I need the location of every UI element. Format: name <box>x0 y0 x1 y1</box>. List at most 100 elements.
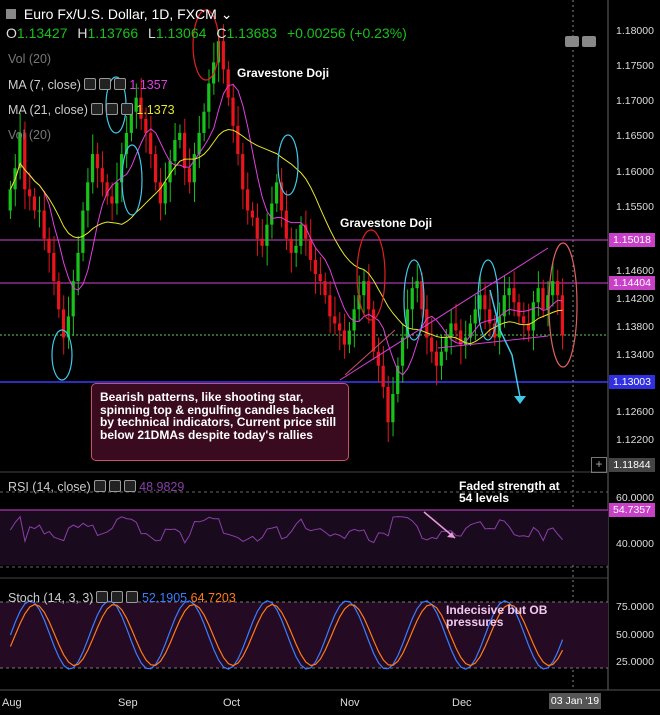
candle-body <box>236 125 240 155</box>
candle-body <box>522 316 526 324</box>
candle-body <box>42 210 46 239</box>
candle-body <box>37 210 41 212</box>
candle-body <box>444 337 448 352</box>
settings-icon[interactable] <box>98 78 111 90</box>
price-tick: 1.18000 <box>616 24 654 37</box>
candle-body <box>415 281 419 289</box>
stoch-note: Indecisive but OB pressures <box>446 603 548 629</box>
indicator-tick: 25.0000 <box>616 656 654 668</box>
candle-body <box>333 316 337 324</box>
candle-body <box>265 224 269 246</box>
scale-up-icon[interactable] <box>582 36 596 47</box>
eye-icon[interactable] <box>90 103 103 115</box>
price-tick: 1.16500 <box>616 130 654 143</box>
tag-bottom: 1.11844 <box>609 458 655 472</box>
close-icon[interactable] <box>126 591 139 603</box>
change-value: +0.00256 (+0.23%) <box>286 25 407 41</box>
close-label: C <box>216 25 227 41</box>
indicator-tick: 60.0000 <box>616 492 654 504</box>
x-tick-dec: Dec <box>452 697 472 709</box>
price-tick: 1.17500 <box>616 59 654 72</box>
settings-icon[interactable] <box>108 480 121 492</box>
candle-body <box>245 189 250 211</box>
candle-body <box>149 132 153 155</box>
candle-body <box>367 281 371 310</box>
legend-rsi[interactable]: RSI (14, close) 48.9829 <box>8 480 184 494</box>
eye-icon[interactable] <box>96 591 109 603</box>
candle-body <box>323 281 327 296</box>
legend-vol-second[interactable]: Vol (20) <box>8 128 51 142</box>
candle-body <box>100 168 104 183</box>
indicator-tick: 75.0000 <box>616 601 654 613</box>
rsi-note: Faded strength at 54 levels <box>459 479 560 505</box>
x-tick-nov: Nov <box>340 697 360 709</box>
candle-body <box>488 309 492 324</box>
ohlc-row: O1.13427 H1.13766 L1.13064 C1.13683 +0.0… <box>6 25 407 41</box>
add-icon[interactable]: + <box>591 457 607 473</box>
scale-down-icon[interactable] <box>565 36 579 47</box>
close-icon[interactable] <box>113 78 126 90</box>
price-tick: 1.13400 <box>616 349 654 362</box>
vol2-label: Vol (20) <box>8 128 52 142</box>
candle-body <box>362 281 366 296</box>
stoch-d-value: 64.7203 <box>190 591 236 605</box>
low-value: 1.13064 <box>155 25 207 41</box>
candle-body <box>274 182 279 204</box>
close-icon[interactable] <box>120 103 133 115</box>
price-tick: 1.14600 <box>616 264 654 277</box>
candle-body <box>47 238 51 253</box>
settings-icon[interactable] <box>105 103 118 115</box>
tag-support: 1.13003 <box>609 375 655 389</box>
candle-body <box>400 337 405 366</box>
candle-body <box>337 323 342 331</box>
candle-body <box>207 83 211 112</box>
ma21-value: 1.1373 <box>136 103 175 117</box>
candle-body <box>187 168 192 183</box>
candle-body <box>376 351 380 366</box>
bearish-callout: Bearish patterns, like shooting star, sp… <box>91 383 349 461</box>
x-tick-oct: Oct <box>223 697 241 709</box>
candle-body <box>226 69 230 98</box>
x-tick-aug: Aug <box>2 697 22 709</box>
close-value: 1.13683 <box>226 25 278 41</box>
legend-ma7[interactable]: MA (7, close) 1.1357 <box>8 78 168 92</box>
candle-body <box>483 295 487 310</box>
candle-body <box>342 330 347 345</box>
current-date-label: 03 Jan '19 <box>549 693 601 709</box>
price-tick: 1.12200 <box>616 433 654 446</box>
eye-icon[interactable] <box>93 480 106 492</box>
high-value: 1.13766 <box>87 25 139 41</box>
candle-body <box>555 281 560 296</box>
candle-body <box>158 182 162 204</box>
candle-body <box>318 274 322 282</box>
legend-ma21[interactable]: MA (21, close) 1.1373 <box>8 103 175 117</box>
candle-body <box>202 111 206 133</box>
chevron-down-icon[interactable]: ⌄ <box>221 6 233 22</box>
candle-body <box>381 365 385 387</box>
legend-vol-top[interactable]: Vol (20) <box>8 52 51 66</box>
candle-body <box>454 323 458 331</box>
candle-body <box>507 288 511 296</box>
settings-icon[interactable] <box>111 591 124 603</box>
price-tick: 1.15500 <box>616 201 654 213</box>
candle-body <box>289 238 293 253</box>
chart-symbol-square-icon[interactable] <box>6 9 16 19</box>
candle-body <box>32 196 37 211</box>
rsi-value: 48.9829 <box>139 480 185 494</box>
candle-body <box>473 309 477 324</box>
candle-body <box>221 41 225 70</box>
candle-body <box>449 323 453 338</box>
close-icon[interactable] <box>123 480 136 492</box>
candle-body <box>459 330 463 345</box>
open-label: O <box>6 25 17 41</box>
candle-body <box>86 182 90 211</box>
candle-body <box>512 288 516 303</box>
eye-icon[interactable] <box>83 78 96 90</box>
candle-body <box>178 132 182 140</box>
legend-stoch[interactable]: Stoch (14, 3, 3) 52.1905 64.7203 <box>8 591 236 605</box>
candle-body <box>294 245 298 253</box>
candle-body <box>284 210 288 239</box>
symbol-title[interactable]: Euro Fx/U.S. Dollar, 1D, FXCM <box>24 6 217 22</box>
high-label: H <box>77 25 88 41</box>
ma7-value: 1.1357 <box>129 78 168 92</box>
